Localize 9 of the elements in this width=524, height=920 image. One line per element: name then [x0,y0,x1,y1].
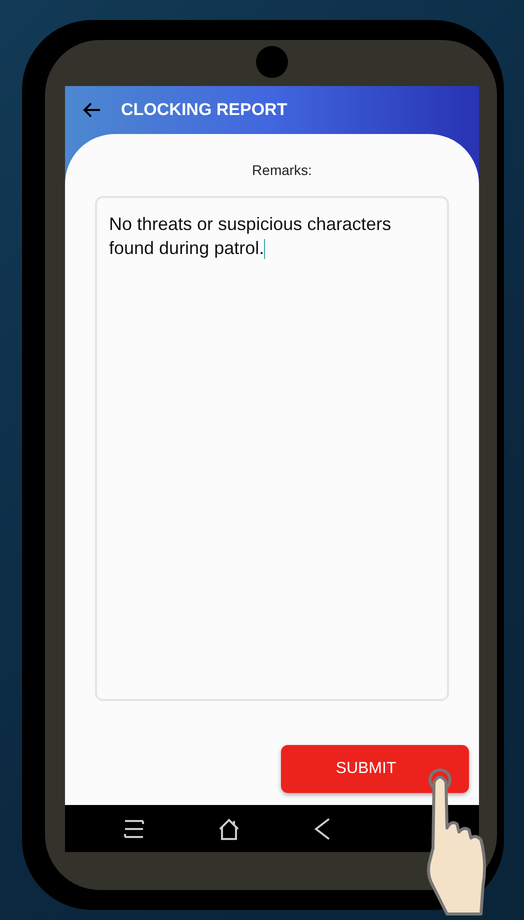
camera-icon [256,46,288,78]
home-icon[interactable] [217,818,241,840]
menu-icon[interactable] [123,818,145,840]
screen-title: CLOCKING REPORT [121,100,288,120]
remarks-field[interactable]: No threats or suspicious characters found during patrol. [95,196,449,701]
submit-button[interactable]: SUBMIT [281,745,469,793]
remarks-label: Remarks: [252,162,312,178]
back-icon[interactable] [313,816,331,840]
back-arrow-icon[interactable] [83,102,101,118]
